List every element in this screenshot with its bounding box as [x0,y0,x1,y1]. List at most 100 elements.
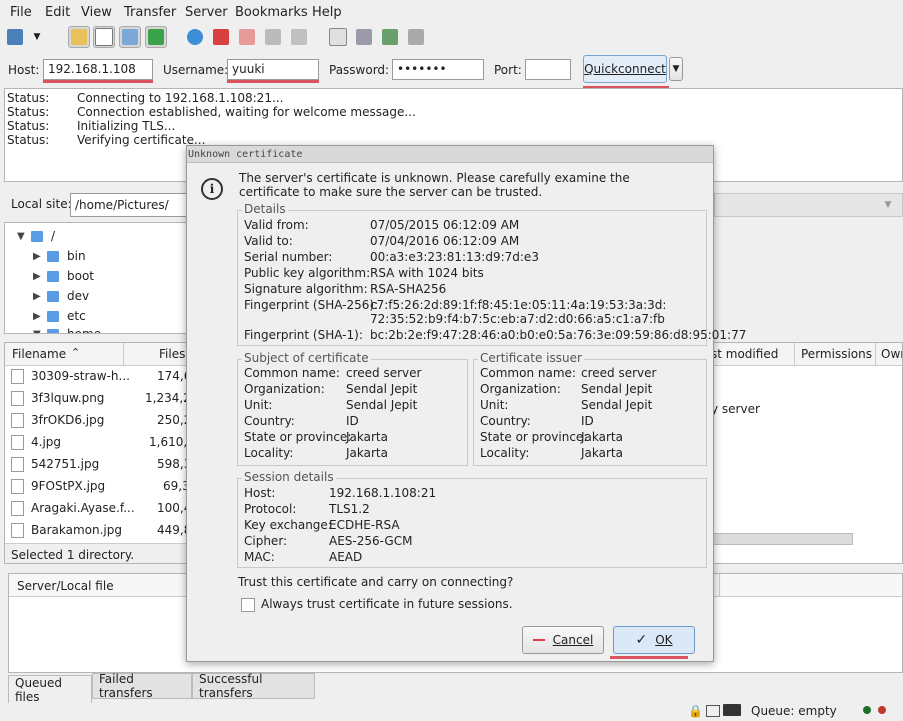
tree-node-dev[interactable]: ▶ dev [33,289,89,303]
file-icon [11,369,24,384]
quickconnect-button[interactable]: Quickconnect [583,55,667,83]
lock-icon: 🔒 [688,704,703,718]
remote-site-input[interactable] [714,193,903,217]
file-row[interactable]: 542751.jpg 598,3 [5,453,187,475]
cancel-button[interactable]: Cancel [522,626,604,654]
tab-failed-transfers[interactable]: Failed transfers [92,672,192,700]
expanded-arrow-icon: ▼ [17,230,25,242]
file-row[interactable]: 9FOStPX.jpg 69,3 [5,475,187,497]
menu-view[interactable]: View [81,5,112,20]
remote-site-dropdown-icon[interactable]: ▼ [877,195,899,215]
file-icon [11,501,24,516]
toggle-local-tree-icon[interactable] [93,26,115,48]
quickconnect-dropdown-icon[interactable]: ▼ [669,57,683,81]
local-status-strip: Selected 1 directory. [5,543,187,563]
port-label: Port: [494,63,522,77]
permissions-column-header[interactable]: Permissions [801,347,872,361]
process-queue-icon[interactable] [210,26,232,48]
tree-node-etc[interactable]: ▶ etc [33,309,86,323]
search-remote-icon[interactable] [405,26,427,48]
local-directory-tree: ▼ / ▶ bin ▶ boot ▶ dev ▶ etc ▼ home [4,222,188,334]
file-icon [11,523,24,538]
expanded-arrow-icon: ▼ [33,328,41,334]
local-file-list: Filename ⌃ Files 30309-straw-h... 174,6 3… [4,342,188,564]
file-row[interactable]: 3f3lquw.png 1,234,2 [5,387,187,409]
password-input[interactable]: ••••••• [392,59,484,80]
ok-button[interactable]: ✓ OK [613,626,695,654]
menu-help[interactable]: Help [312,5,342,20]
host-highlight [43,80,153,83]
always-trust-label[interactable]: Always trust certificate in future sessi… [261,597,513,611]
file-icon [11,457,24,472]
toggle-log-icon[interactable] [68,26,90,48]
column-divider [794,343,795,365]
file-row[interactable]: 3frOKD6.jpg 250,2 [5,409,187,431]
status-bar: 🔒 Queue: empty [0,700,903,721]
file-icon [11,479,24,494]
remote-file-list-header: st modified Permissions Owr [691,343,902,366]
details-group-title: Details [242,202,288,216]
cancel-icon [532,639,545,641]
folder-icon [47,250,59,262]
site-manager-icon[interactable] [4,26,26,48]
menu-server[interactable]: Server [185,5,228,20]
transfer-led-icon [878,706,886,714]
toggle-remote-tree-icon[interactable] [119,26,141,48]
filter-icon[interactable] [327,26,349,48]
column-divider [123,343,124,365]
speed-limit-icon[interactable] [706,705,720,717]
disconnect-icon[interactable] [262,26,284,48]
username-input[interactable]: yuuki [227,59,319,80]
toggle-queue-icon[interactable] [145,26,167,48]
toolbar: ▼ [0,24,903,50]
file-row[interactable]: 4.jpg1,610,1 [5,431,187,453]
file-row[interactable]: 30309-straw-h... 174,6 [5,365,187,387]
remote-status-note: y server [711,402,760,416]
file-row[interactable]: Barakamon.jpg 449,8 [5,519,187,541]
file-list-header: Filename ⌃ Files [5,343,187,366]
local-selection-status: Selected 1 directory. [11,548,135,562]
menu-edit[interactable]: Edit [45,5,70,20]
log-line: Status: Initializing TLS... [7,119,176,133]
menu-file[interactable]: File [10,5,32,20]
info-icon: i [201,178,223,200]
tab-successful-transfers[interactable]: Successful transfers [192,672,315,700]
log-line: Status: Connection established, waiting f… [7,105,416,119]
filename-column-header[interactable]: Filename [12,347,66,361]
host-input[interactable]: 192.168.1.108 [43,59,153,80]
port-input[interactable] [525,59,571,80]
sync-browse-icon[interactable] [379,26,401,48]
dialog-message: The server's certificate is unknown. Ple… [239,171,630,199]
local-site-input[interactable]: /home/Pictures/ [70,193,190,217]
local-site-label: Local site: [11,197,72,211]
encryption-icon [723,704,741,716]
tree-node-root[interactable]: ▼ / [17,229,55,243]
server-local-file-column-header[interactable]: Server/Local file [17,579,114,593]
tab-queued-files[interactable]: Queued files [8,675,92,704]
log-line: Status: Connecting to 192.168.1.108:21... [7,91,284,105]
menu-bookmarks[interactable]: Bookmarks [235,5,308,20]
folder-icon [47,290,59,302]
remote-scrollbar[interactable] [701,533,853,545]
folder-icon [31,230,43,242]
refresh-icon[interactable] [184,26,206,48]
file-icon [11,435,24,450]
filesize-column-header[interactable]: Files [159,347,185,361]
tree-node-bin[interactable]: ▶ bin [33,249,86,263]
last-modified-column-header[interactable]: st modified [711,347,778,361]
file-row[interactable]: Aragaki.Ayase.f... 100,4 [5,497,187,519]
menu-transfer[interactable]: Transfer [124,5,176,20]
compare-icon[interactable] [353,26,375,48]
menu-bar: File Edit View Transfer Server Bookmarks… [0,0,903,24]
owner-column-header[interactable]: Owr [881,347,902,361]
tree-node-boot[interactable]: ▶ boot [33,269,94,283]
file-icon [11,391,24,406]
reconnect-icon[interactable] [288,26,310,48]
tree-node-home[interactable]: ▼ home [33,327,101,334]
always-trust-checkbox[interactable] [241,598,255,612]
cancel-operation-icon[interactable] [236,26,258,48]
site-manager-dropdown-icon[interactable]: ▼ [30,26,44,48]
folder-icon [47,270,59,282]
username-highlight [227,80,319,83]
dialog-title[interactable]: Unknown certificate [187,146,713,163]
